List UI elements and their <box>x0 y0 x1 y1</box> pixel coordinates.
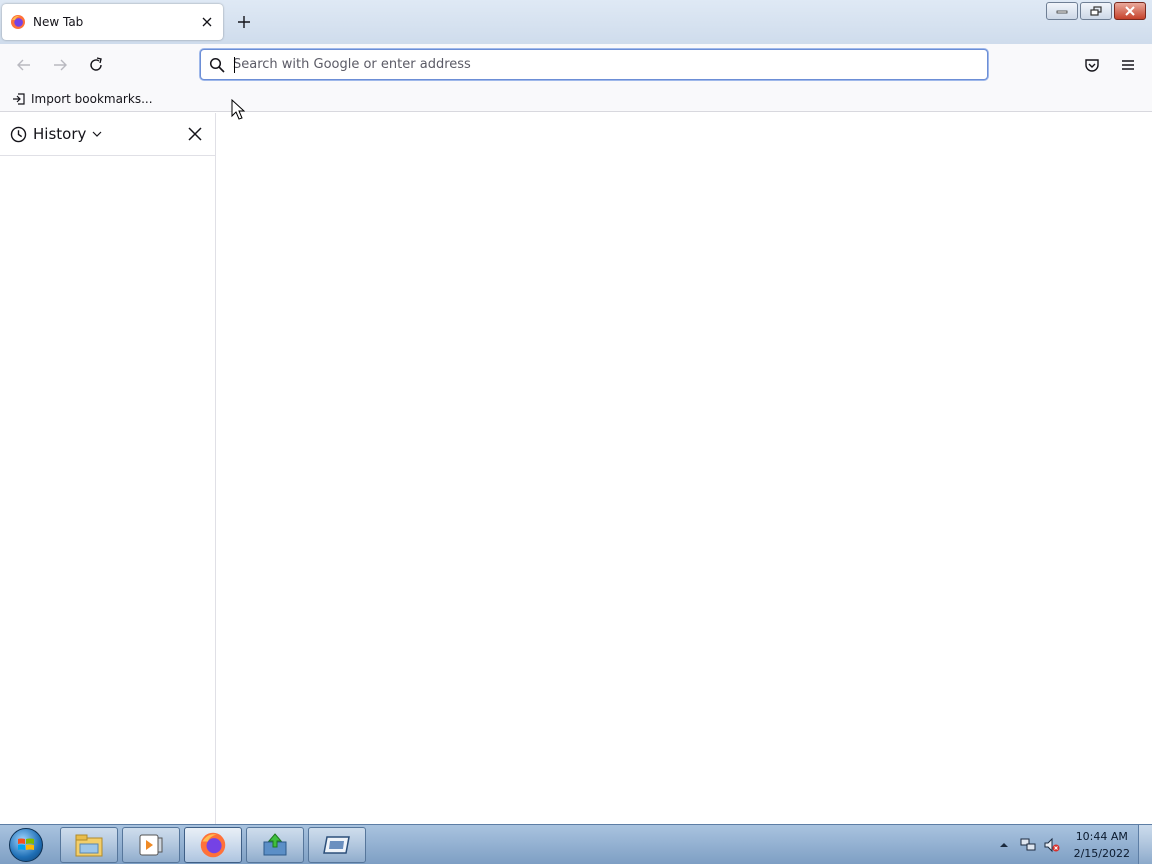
history-sidebar: History <box>0 113 216 824</box>
installer-icon <box>263 833 287 856</box>
forward-button[interactable] <box>48 53 72 77</box>
reload-icon <box>90 57 102 71</box>
back-button[interactable] <box>12 53 36 77</box>
window-controls <box>1046 2 1146 20</box>
close-icon <box>1125 6 1135 16</box>
close-window-button[interactable] <box>1114 2 1146 20</box>
close-icon <box>188 127 202 141</box>
taskbar-media-player[interactable] <box>122 827 180 863</box>
taskbar-clock[interactable]: 10:44 AM 2/15/2022 <box>1074 828 1130 862</box>
arrow-left-icon <box>17 59 30 71</box>
restore-button[interactable] <box>1080 2 1112 20</box>
tab-title: New Tab <box>33 15 84 29</box>
minimize-icon <box>1056 10 1068 14</box>
bookmarks-toolbar: Import bookmarks... <box>0 86 1152 112</box>
sidebar-switcher[interactable]: History <box>10 125 102 143</box>
media-player-icon <box>139 834 163 856</box>
chevron-down-icon <box>92 131 102 137</box>
taskbar-card-app[interactable] <box>308 827 366 863</box>
show-desktop-button[interactable] <box>1138 825 1152 864</box>
windows-taskbar: 10:44 AM 2/15/2022 <box>0 824 1152 864</box>
plus-icon <box>238 16 250 28</box>
import-bookmarks-label: Import bookmarks... <box>31 92 153 106</box>
reload-button[interactable] <box>84 53 108 77</box>
tab-strip: New Tab <box>0 0 1152 44</box>
clock-icon <box>10 126 27 142</box>
card-icon <box>323 836 350 854</box>
folder-icon <box>75 834 103 857</box>
import-icon <box>13 93 25 105</box>
chevron-up-icon <box>999 843 1008 847</box>
mouse-cursor-icon <box>231 99 245 120</box>
firefox-icon <box>11 15 25 29</box>
taskbar-file-explorer[interactable] <box>60 827 118 863</box>
clock-time: 10:44 AM <box>1075 830 1128 843</box>
address-bar[interactable] <box>200 49 988 80</box>
sidebar-close-button[interactable] <box>185 124 205 144</box>
start-button[interactable] <box>4 827 48 863</box>
navigation-toolbar <box>0 44 1152 86</box>
import-bookmarks-button[interactable]: Import bookmarks... <box>12 90 153 108</box>
windows-logo-icon <box>9 828 43 862</box>
hamburger-menu-icon <box>1122 60 1134 70</box>
tab-new-tab[interactable]: New Tab <box>2 4 223 40</box>
pocket-button[interactable] <box>1080 53 1104 77</box>
new-tab-button[interactable] <box>234 12 254 32</box>
sidebar-header: History <box>0 113 215 156</box>
network-icon[interactable] <box>1020 837 1036 853</box>
search-input[interactable] <box>233 52 987 77</box>
show-hidden-icons-button[interactable] <box>996 837 1012 853</box>
taskbar-installer[interactable] <box>246 827 304 863</box>
search-icon <box>209 57 225 73</box>
app-menu-button[interactable] <box>1116 53 1140 77</box>
sidebar-title: History <box>33 125 87 143</box>
minimize-button[interactable] <box>1046 2 1078 20</box>
taskbar-firefox[interactable] <box>184 827 242 863</box>
clock-date: 2/15/2022 <box>1073 847 1130 860</box>
volume-muted-icon[interactable] <box>1044 837 1060 853</box>
firefox-icon <box>200 832 226 858</box>
arrow-right-icon <box>54 59 67 71</box>
pocket-icon <box>1085 59 1099 72</box>
page-content[interactable] <box>217 113 1152 824</box>
restore-icon <box>1090 6 1102 16</box>
tab-close-icon[interactable] <box>199 14 215 30</box>
system-tray: 10:44 AM 2/15/2022 <box>996 825 1130 864</box>
text-caret <box>234 57 235 73</box>
